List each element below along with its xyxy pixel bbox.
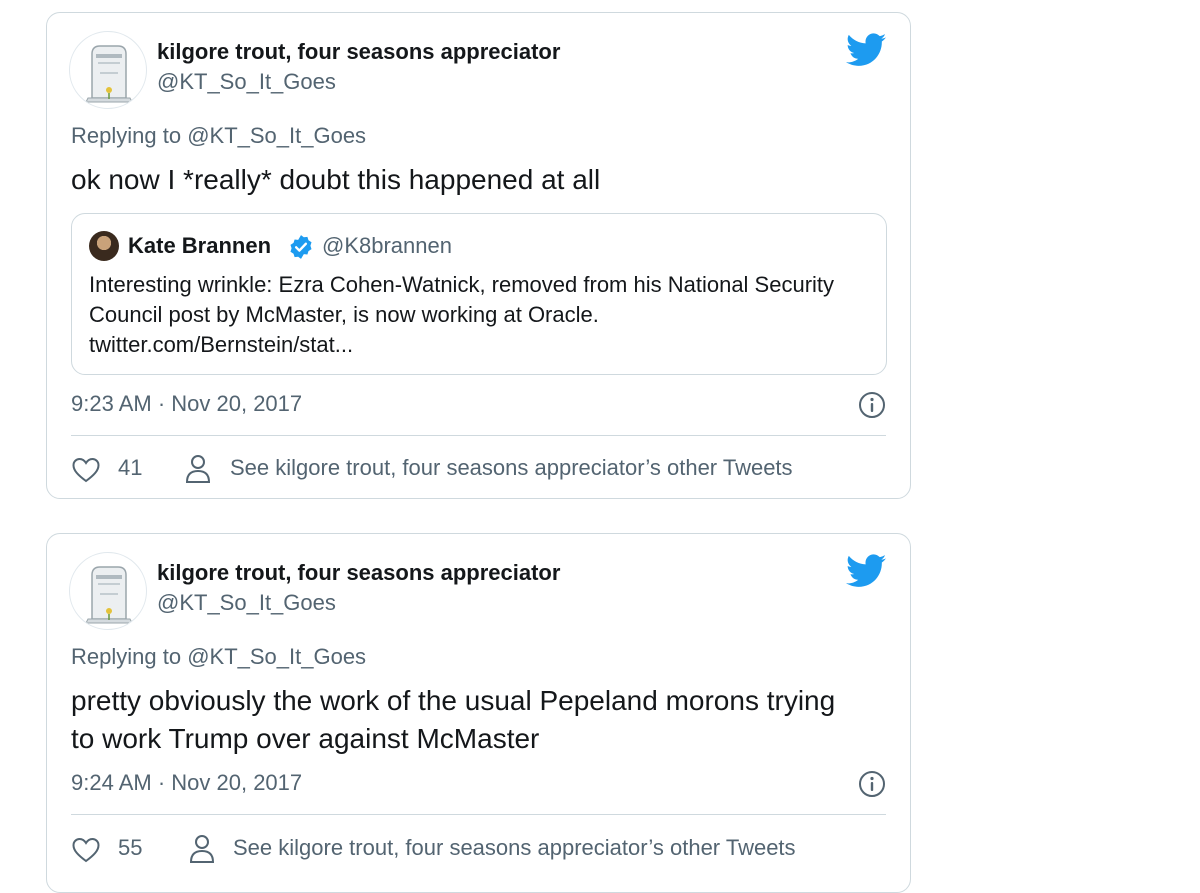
like-count[interactable]: 55	[118, 835, 142, 861]
author-avatar[interactable]	[69, 31, 147, 109]
tweet-actions: 41 See kilgore trout, four seasons appre…	[71, 449, 886, 489]
replying-to-line: Replying to @KT_So_It_Goes	[71, 123, 366, 149]
verified-badge-icon	[290, 235, 312, 259]
replying-to-mention[interactable]: @KT_So_It_Goes	[187, 123, 366, 148]
heart-icon[interactable]	[71, 456, 101, 484]
tweet-actions: 55 See kilgore trout, four seasons appre…	[71, 829, 886, 869]
author-name[interactable]: kilgore trout, four seasons appreciator	[157, 39, 560, 65]
twitter-bird-icon[interactable]	[846, 554, 886, 588]
like-count[interactable]: 41	[118, 455, 142, 481]
replying-to-line: Replying to @KT_So_It_Goes	[71, 644, 366, 670]
see-other-tweets-link[interactable]: See kilgore trout, four seasons apprecia…	[233, 835, 796, 861]
tweet-text: ok now I *really* doubt this happened at…	[71, 164, 601, 195]
twitter-bird-icon[interactable]	[846, 33, 886, 67]
tweet-text: pretty obviously the work of the usual P…	[71, 685, 836, 754]
heart-icon[interactable]	[71, 836, 101, 864]
gravestone-avatar-icon	[85, 45, 133, 103]
quoted-tweet-text: Interesting wrinkle: Ezra Cohen-Watnick,…	[89, 272, 835, 357]
info-icon[interactable]	[858, 770, 886, 798]
author-avatar[interactable]	[69, 552, 147, 630]
tweet-card: kilgore trout, four seasons appreciator …	[46, 12, 911, 499]
quoted-author-avatar[interactable]	[89, 231, 119, 261]
quoted-tweet[interactable]: Kate Brannen @K8brannen Interesting wrin…	[71, 213, 887, 375]
tweet-timestamp[interactable]: 9:24 AM · Nov 20, 2017	[71, 770, 302, 796]
divider	[71, 435, 886, 436]
person-icon	[185, 455, 211, 483]
author-handle[interactable]: @KT_So_It_Goes	[157, 590, 336, 616]
replying-to-label: Replying to	[71, 644, 188, 669]
replying-to-mention[interactable]: @KT_So_It_Goes	[187, 644, 366, 669]
see-other-tweets-link[interactable]: See kilgore trout, four seasons apprecia…	[230, 455, 793, 481]
info-icon[interactable]	[858, 391, 886, 419]
tweet-card: kilgore trout, four seasons appreciator …	[46, 533, 911, 893]
gravestone-avatar-icon	[85, 566, 133, 624]
quoted-author-handle[interactable]: @K8brannen	[322, 233, 452, 259]
divider	[71, 814, 886, 815]
replying-to-label: Replying to	[71, 123, 188, 148]
tweet-timestamp[interactable]: 9:23 AM · Nov 20, 2017	[71, 391, 302, 417]
person-icon	[189, 835, 215, 863]
quoted-author-name[interactable]: Kate Brannen	[128, 233, 271, 259]
author-name[interactable]: kilgore trout, four seasons appreciator	[157, 560, 560, 586]
author-handle[interactable]: @KT_So_It_Goes	[157, 69, 336, 95]
